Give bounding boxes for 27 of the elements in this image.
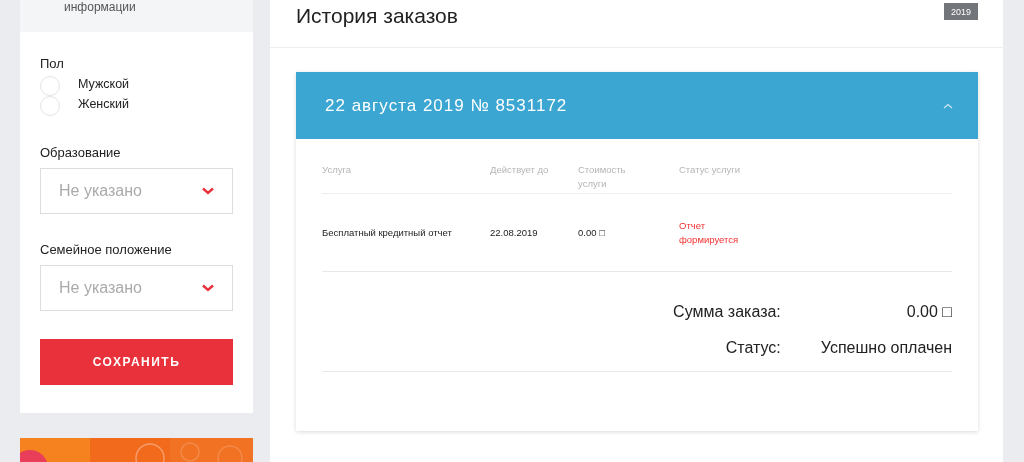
table-cell: 0.00 □ bbox=[578, 227, 605, 238]
field-label: Семейное положение bbox=[40, 242, 173, 257]
save-button[interactable]: СОХРАНИТЬ bbox=[40, 339, 233, 385]
table-cell: Бесплатный кредитный отчет bbox=[322, 227, 452, 238]
select-field[interactable]: Не указано bbox=[40, 168, 233, 214]
year-badge[interactable]: 2019 bbox=[943, 3, 978, 20]
chevron-up-icon bbox=[943, 102, 953, 109]
summary-value: 0.00 □ bbox=[906, 302, 952, 322]
order-header[interactable]: 22 августа 2019 № 8531172 bbox=[296, 72, 978, 139]
table-cell: 22.08.2019 bbox=[490, 227, 538, 238]
status-text: Отчет формируется bbox=[679, 218, 740, 247]
radio-option[interactable]: Мужской bbox=[40, 77, 233, 97]
page-title: История заказов bbox=[296, 4, 458, 29]
summary-value: Успешно оплачен bbox=[820, 337, 952, 358]
column-header: Услуга bbox=[322, 163, 351, 177]
select-field[interactable]: Не указано bbox=[40, 265, 233, 311]
column-header: Стоимость услуги bbox=[578, 163, 627, 191]
summary-label: Статус: bbox=[725, 337, 781, 358]
chevron-down-icon bbox=[202, 187, 214, 195]
radio-option[interactable]: Женский bbox=[40, 97, 233, 117]
field-label: Пол bbox=[40, 56, 65, 71]
column-header: Статус услуги bbox=[679, 163, 741, 177]
section-title: информации bbox=[64, 0, 136, 14]
chevron-down-icon bbox=[202, 284, 214, 292]
field-label: Образование bbox=[40, 145, 122, 160]
summary-label: Сумма заказа: bbox=[673, 302, 781, 322]
column-header: Действует до bbox=[490, 163, 549, 177]
